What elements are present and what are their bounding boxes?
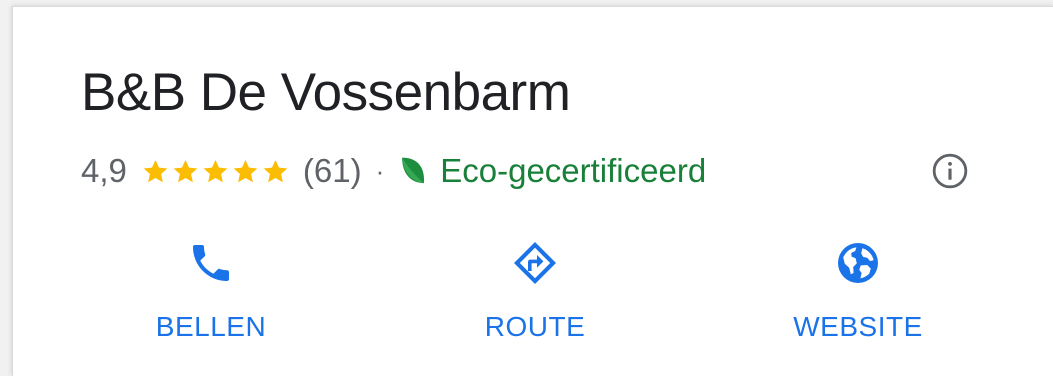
rating-row: 4,9 (61) · Eco-gecertificeerd <box>81 149 706 193</box>
star-icon <box>203 159 228 182</box>
rating-value: 4,9 <box>81 152 127 189</box>
place-title: B&B De Vossenbarm <box>81 63 571 122</box>
call-button[interactable]: BELLEN <box>111 235 311 355</box>
phone-icon <box>193 245 229 281</box>
website-button[interactable]: WEBSITE <box>758 235 958 355</box>
review-count[interactable]: (61) <box>303 152 362 190</box>
globe-icon <box>838 243 878 283</box>
route-label: ROUTE <box>484 311 586 342</box>
website-label: WEBSITE <box>793 311 923 342</box>
separator-dot: · <box>375 155 385 186</box>
star-icon <box>143 159 168 182</box>
action-bar: BELLEN ROUTE WEBSITE <box>13 235 1053 355</box>
star-icon <box>233 159 258 182</box>
route-button[interactable]: ROUTE <box>435 235 635 355</box>
info-icon[interactable] <box>931 152 969 190</box>
star-icon <box>173 159 198 182</box>
leaf-icon <box>402 157 425 184</box>
place-card: B&B De Vossenbarm 4,9 (61) · Eco-gecerti… <box>12 6 1053 376</box>
directions-icon <box>514 242 556 284</box>
eco-certified-label[interactable]: Eco-gecertificeerd <box>440 152 706 190</box>
star-rating[interactable] <box>141 157 291 186</box>
call-label: BELLEN <box>155 311 267 342</box>
star-icon <box>263 159 288 182</box>
